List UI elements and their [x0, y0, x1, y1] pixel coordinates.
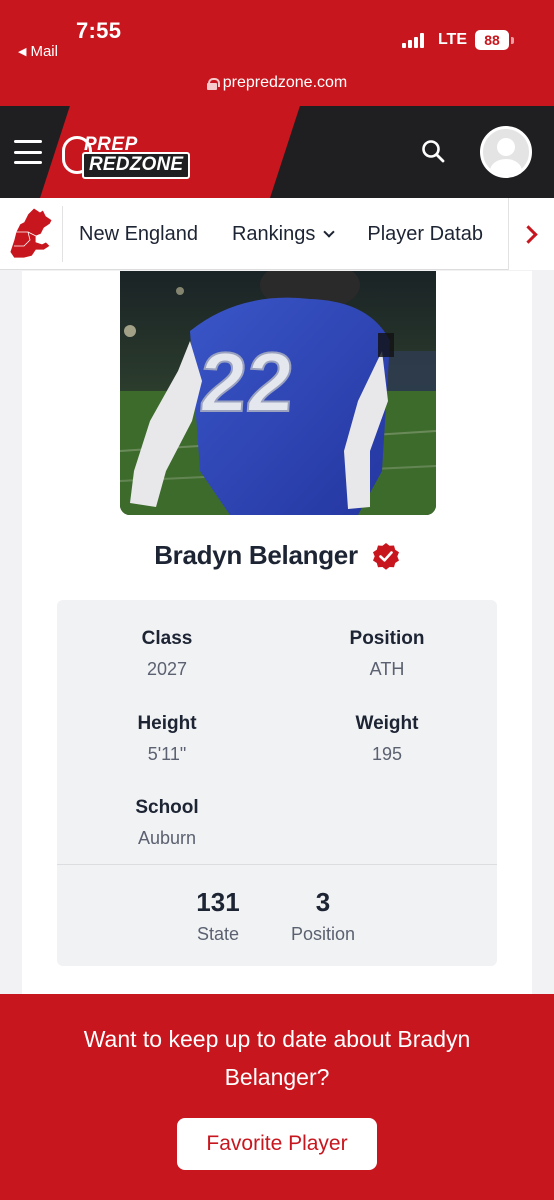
battery-icon: 88	[475, 30, 509, 50]
stat-weight: Weight 195	[277, 713, 497, 765]
menu-icon[interactable]	[14, 140, 42, 164]
stat-label: Position	[349, 628, 425, 649]
status-and-url-bar: 7:55 ◀ Mail LTE 88 prepredzone.com	[0, 0, 554, 106]
player-photo: 22	[120, 271, 436, 515]
network-type: LTE	[437, 31, 467, 48]
chevron-down-icon	[323, 225, 336, 238]
search-icon[interactable]	[420, 138, 446, 164]
battery-tip	[511, 36, 514, 44]
new-england-map-icon[interactable]	[6, 206, 58, 262]
ranking-label: State	[196, 924, 240, 944]
nav-divider	[62, 206, 63, 262]
site-logo[interactable]: PREP REDZONE	[62, 132, 198, 179]
stat-label: School	[135, 797, 199, 818]
favorite-player-button[interactable]: Favorite Player	[177, 1118, 377, 1170]
nav-scroll-right-button[interactable]	[508, 198, 554, 270]
stat-label: Weight	[355, 713, 419, 734]
nav-item-player-database[interactable]: Player Datab	[367, 223, 483, 246]
nav-item-label: Player Datab	[367, 222, 483, 245]
stat-label: Class	[141, 628, 193, 649]
user-silhouette-icon	[490, 138, 522, 175]
stat-school: School Auburn	[57, 797, 277, 849]
chevron-right-icon	[519, 224, 538, 244]
stat-value: 2027	[146, 659, 188, 679]
back-arrow-icon: ◀	[18, 46, 27, 58]
player-name-row: Bradyn Belanger	[0, 540, 554, 571]
state-ranking[interactable]: 131 State	[163, 887, 273, 945]
url-text: prepredzone.com	[222, 74, 348, 91]
cta-text: Want to keep up to date about Bradyn Bel…	[83, 1026, 471, 1090]
back-app-label: Mail	[30, 43, 58, 60]
site-header: PREP REDZONE	[0, 106, 554, 198]
nav-item-new-england[interactable]: New England	[79, 223, 198, 246]
position-ranking[interactable]: 3 Position	[268, 887, 378, 945]
region-nav: New England Rankings Player Datab	[0, 198, 554, 270]
verified-badge-icon	[372, 542, 399, 570]
nav-items: New England Rankings Player Datab	[79, 198, 517, 270]
signal-icon	[401, 32, 424, 48]
svg-text:22: 22	[197, 335, 297, 429]
player-stats-panel: Class 2027 Position ATH Height 5'11" Wei…	[57, 600, 497, 966]
stat-class: Class 2027	[57, 628, 277, 680]
stat-value: 5'11"	[147, 744, 187, 764]
nav-item-label: New England	[79, 222, 198, 245]
url-bar[interactable]: prepredzone.com	[0, 74, 554, 92]
user-avatar[interactable]	[480, 126, 532, 178]
status-indicators: LTE 88	[401, 30, 514, 50]
nav-item-rankings[interactable]: Rankings	[231, 222, 336, 246]
lock-icon	[206, 77, 220, 90]
ranking-label: Position	[290, 924, 356, 944]
favorite-cta-banner: Want to keep up to date about Bradyn Bel…	[0, 994, 554, 1200]
stat-value: ATH	[369, 659, 405, 679]
status-time: 7:55	[76, 18, 122, 43]
logo-text-redzone: REDZONE	[82, 152, 191, 179]
stat-height: Height 5'11"	[57, 713, 277, 765]
back-to-app-link[interactable]: ◀ Mail	[18, 43, 58, 60]
ranking-number: 3	[315, 887, 331, 917]
stats-divider	[57, 864, 497, 865]
stat-label: Height	[137, 713, 197, 734]
player-photo-image: 22	[120, 271, 436, 515]
stat-value: Auburn	[137, 828, 197, 848]
ranking-number: 131	[196, 887, 240, 917]
player-name: Bradyn Belanger	[154, 540, 358, 570]
stat-value: 195	[371, 744, 403, 764]
nav-item-label: Rankings	[231, 222, 316, 245]
stat-position: Position ATH	[277, 628, 497, 680]
